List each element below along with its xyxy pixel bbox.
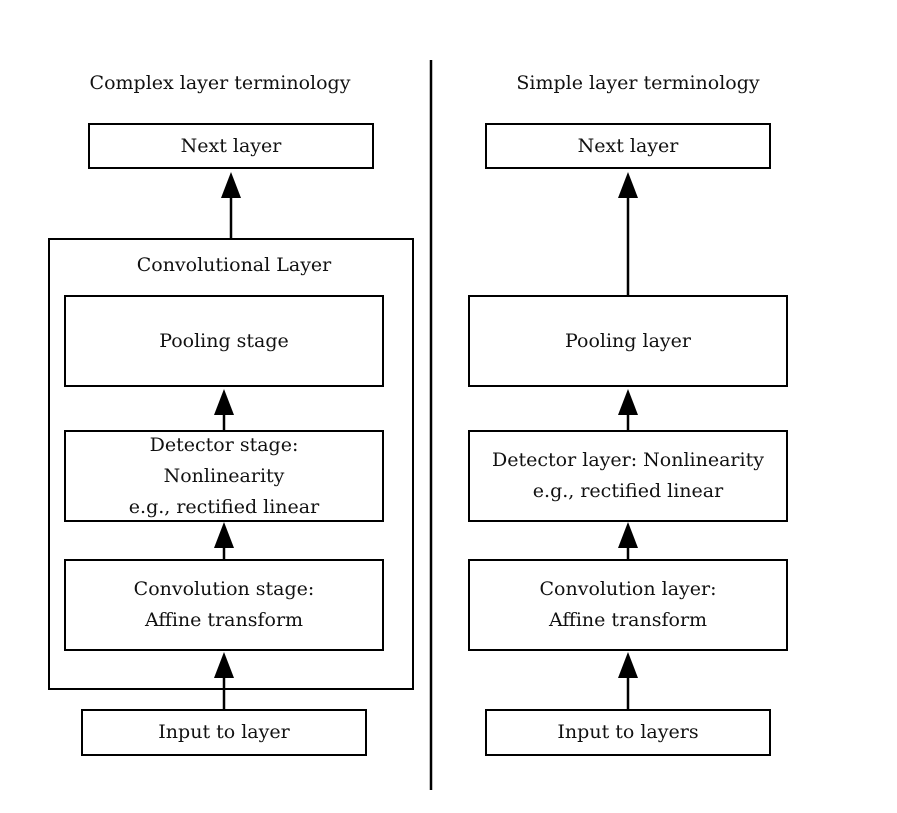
complex-next-layer-label: Next layer <box>180 134 282 157</box>
convolution-layer-line-1: Convolution layer: <box>539 578 717 600</box>
pooling-layer-box: Pooling layer <box>468 295 788 387</box>
pooling-stage-label: Pooling stage <box>159 329 289 352</box>
simple-next-layer-box: Next layer <box>485 123 771 169</box>
pooling-layer-label: Pooling layer <box>565 329 691 352</box>
convolution-stage-line-2: Affine transform <box>144 609 304 631</box>
detector-stage-line-1: Detector stage: <box>149 433 299 456</box>
arrow-input-to-convolution-simple <box>618 652 638 709</box>
complex-input-box: Input to layer <box>81 709 367 756</box>
arrow-convolution-to-detector-simple <box>618 522 638 559</box>
arrow-container-to-next <box>221 172 241 238</box>
convolution-layer-box: Convolution layer: Affine transform <box>468 559 788 651</box>
simple-input-label: Input to layers <box>557 721 699 743</box>
detector-stage-line-2: Nonlinearity <box>163 464 285 487</box>
convolutional-layer-label: Convolutional Layer <box>136 254 332 276</box>
simple-next-layer-label: Next layer <box>577 134 679 157</box>
detector-layer-box: Detector layer: Nonlinearity e.g., recti… <box>468 430 788 522</box>
convolution-stage-line-1: Convolution stage: <box>133 578 315 600</box>
detector-layer-line-2: e.g., rectified linear <box>532 480 724 502</box>
convolution-layer-line-2: Affine transform <box>548 609 708 631</box>
convolution-stage-box: Convolution stage: Affine transform <box>64 559 384 651</box>
pooling-stage-box: Pooling stage <box>64 295 384 387</box>
arrow-pooling-to-next <box>618 172 638 295</box>
detector-stage-box: Detector stage: Nonlinearity e.g., recti… <box>64 430 384 522</box>
arrow-detector-to-pooling-simple <box>618 389 638 430</box>
complex-input-label: Input to layer <box>158 721 290 743</box>
simple-panel-title: Simple layer terminology <box>516 72 760 94</box>
complex-panel-title: Complex layer terminology <box>89 72 351 94</box>
simple-input-box: Input to layers <box>485 709 771 756</box>
complex-next-layer-box: Next layer <box>88 123 374 169</box>
detector-stage-line-3: e.g., rectified linear <box>128 495 320 518</box>
detector-layer-line-1: Detector layer: Nonlinearity <box>492 449 764 471</box>
